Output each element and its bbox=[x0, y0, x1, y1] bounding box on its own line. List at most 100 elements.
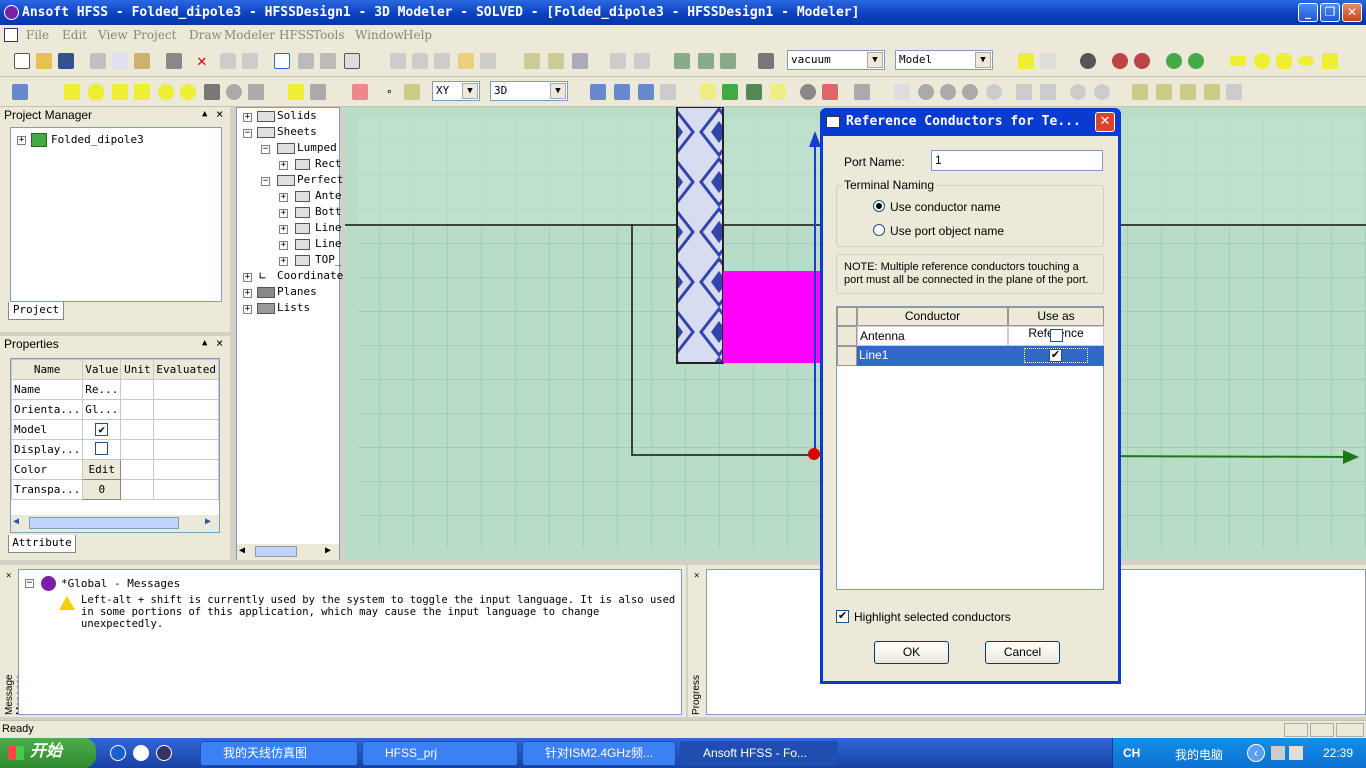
zoom-out-icon[interactable] bbox=[1094, 84, 1110, 100]
snap4-icon[interactable] bbox=[660, 84, 676, 100]
tree-line[interactable]: Line bbox=[315, 221, 342, 234]
highlight-label[interactable]: Highlight selected conductors bbox=[854, 610, 1011, 624]
reference-cell-selected[interactable]: ✔ bbox=[1008, 346, 1104, 366]
pin-icon[interactable]: × bbox=[6, 571, 11, 581]
task-button[interactable]: 我的天线仿真图 bbox=[200, 741, 358, 766]
menu-file[interactable]: File bbox=[26, 28, 49, 42]
task-button[interactable]: HFSS_prj bbox=[362, 741, 518, 766]
boolean-icon[interactable] bbox=[390, 53, 406, 69]
print-icon[interactable] bbox=[166, 53, 182, 69]
tool2-icon[interactable] bbox=[320, 53, 336, 69]
tool-icon[interactable] bbox=[298, 53, 314, 69]
delete-icon[interactable]: ✕ bbox=[197, 51, 207, 70]
snap2-icon[interactable] bbox=[614, 84, 630, 100]
restore-icon[interactable]: ❐ bbox=[1320, 3, 1340, 22]
radio-conductor-name[interactable] bbox=[873, 200, 885, 212]
radio-port-object-name[interactable] bbox=[873, 224, 885, 236]
conductor-cell[interactable]: Antenna bbox=[857, 326, 1008, 346]
menu-tools[interactable]: Tools bbox=[313, 28, 345, 42]
pin-icon[interactable]: ▲ bbox=[202, 338, 207, 348]
prop-value[interactable]: Gl... bbox=[82, 399, 122, 420]
my-computer-label[interactable]: 我的电脑 bbox=[1175, 746, 1223, 763]
show2-icon[interactable] bbox=[1188, 53, 1204, 69]
scroll-right-icon[interactable]: ▶ bbox=[205, 516, 211, 527]
prop-row[interactable]: Color Edit bbox=[10, 459, 219, 480]
clock[interactable]: 22:39 bbox=[1323, 746, 1353, 760]
zoom-in-icon[interactable] bbox=[1070, 84, 1086, 100]
cylinder-icon[interactable] bbox=[88, 84, 104, 100]
sweep2-icon[interactable] bbox=[634, 53, 650, 69]
conductor-cell-selected[interactable]: Line1 bbox=[857, 346, 1008, 366]
line-icon[interactable] bbox=[1132, 84, 1148, 100]
expand-icon[interactable]: + bbox=[279, 209, 288, 218]
radio-conductor-name-label[interactable]: Use conductor name bbox=[890, 200, 1001, 214]
tray-expand-icon[interactable]: ‹ bbox=[1247, 744, 1265, 762]
tree-ante[interactable]: Ante bbox=[315, 189, 342, 202]
expand-icon[interactable]: + bbox=[279, 225, 288, 234]
antenna-arm[interactable] bbox=[676, 107, 724, 364]
tree-lists[interactable]: Lists bbox=[277, 301, 310, 314]
validate-icon[interactable] bbox=[700, 84, 716, 100]
scroll-right-icon[interactable]: ▶ bbox=[325, 545, 331, 556]
rotate2-icon[interactable] bbox=[940, 84, 956, 100]
polyhedron-icon[interactable] bbox=[112, 84, 128, 100]
expand-icon[interactable]: + bbox=[17, 136, 26, 145]
tree-sheets[interactable]: Sheets bbox=[277, 125, 317, 138]
language-indicator[interactable]: CH bbox=[1123, 746, 1140, 760]
measure3-icon[interactable] bbox=[720, 53, 736, 69]
region-icon[interactable] bbox=[1322, 53, 1338, 69]
tree-solids[interactable]: Solids bbox=[277, 109, 317, 122]
select-icon[interactable] bbox=[274, 53, 290, 69]
cone-icon[interactable] bbox=[134, 84, 150, 100]
menu-help[interactable]: Help bbox=[403, 28, 432, 42]
show-icon[interactable] bbox=[1166, 53, 1182, 69]
reference-cell[interactable] bbox=[1008, 326, 1104, 346]
close-icon[interactable]: ✕ bbox=[1095, 112, 1115, 132]
project-node[interactable]: Folded_dipole3 bbox=[51, 133, 144, 146]
menu-edit[interactable]: Edit bbox=[62, 28, 87, 42]
collapse-icon[interactable]: − bbox=[261, 177, 270, 186]
menu-project[interactable]: Project bbox=[133, 28, 176, 42]
expand-icon[interactable]: + bbox=[243, 113, 252, 122]
sheet-icon[interactable] bbox=[1018, 53, 1034, 69]
menu-view[interactable]: View bbox=[98, 28, 128, 42]
tree-top[interactable]: TOP_ bbox=[315, 253, 342, 266]
sphere-icon[interactable] bbox=[158, 84, 174, 100]
open-icon[interactable] bbox=[36, 53, 52, 69]
collapse-icon[interactable]: − bbox=[261, 145, 270, 154]
volume-icon[interactable] bbox=[1289, 746, 1303, 760]
boolean3-icon[interactable] bbox=[434, 53, 450, 69]
new-icon[interactable] bbox=[14, 53, 30, 69]
align-icon[interactable] bbox=[524, 53, 540, 69]
prop-row[interactable]: Orienta... Gl... bbox=[10, 399, 219, 420]
messages-root[interactable]: *Global - Messages bbox=[61, 577, 180, 590]
minimize-icon[interactable]: _ bbox=[1298, 3, 1318, 22]
whats-this-icon[interactable] bbox=[310, 84, 326, 100]
rotate3-icon[interactable] bbox=[962, 84, 978, 100]
expand-icon[interactable]: + bbox=[279, 161, 288, 170]
radio-port-object-name-label[interactable]: Use port object name bbox=[890, 224, 1004, 238]
tab-attribute[interactable]: Attribute bbox=[8, 535, 76, 553]
hide2-icon[interactable] bbox=[1134, 53, 1150, 69]
task-button-active[interactable]: Ansoft HFSS - Fo... bbox=[680, 741, 838, 766]
network-icon[interactable] bbox=[1271, 746, 1285, 760]
expand-icon[interactable]: + bbox=[279, 241, 288, 250]
tree-planes[interactable]: Planes bbox=[277, 285, 317, 298]
reference-checkbox-antenna[interactable] bbox=[1050, 329, 1063, 342]
scroll-thumb[interactable] bbox=[29, 517, 179, 529]
align2-icon[interactable] bbox=[548, 53, 564, 69]
snap-icon[interactable] bbox=[590, 84, 606, 100]
help-icon[interactable] bbox=[288, 84, 304, 100]
transparency-button[interactable]: 0 bbox=[82, 479, 122, 500]
close-icon[interactable]: ✕ bbox=[1342, 3, 1362, 22]
save-icon[interactable] bbox=[58, 53, 74, 69]
menu-draw[interactable]: Draw bbox=[189, 28, 222, 42]
results-icon[interactable] bbox=[746, 84, 762, 100]
hide-icon[interactable] bbox=[1112, 53, 1128, 69]
arc-icon[interactable] bbox=[1180, 84, 1196, 100]
boolean4-icon[interactable] bbox=[458, 53, 474, 69]
spiral-icon[interactable] bbox=[226, 84, 242, 100]
expand-icon[interactable]: + bbox=[279, 193, 288, 202]
box-icon[interactable] bbox=[64, 84, 80, 100]
hfss-icon[interactable] bbox=[12, 84, 28, 100]
